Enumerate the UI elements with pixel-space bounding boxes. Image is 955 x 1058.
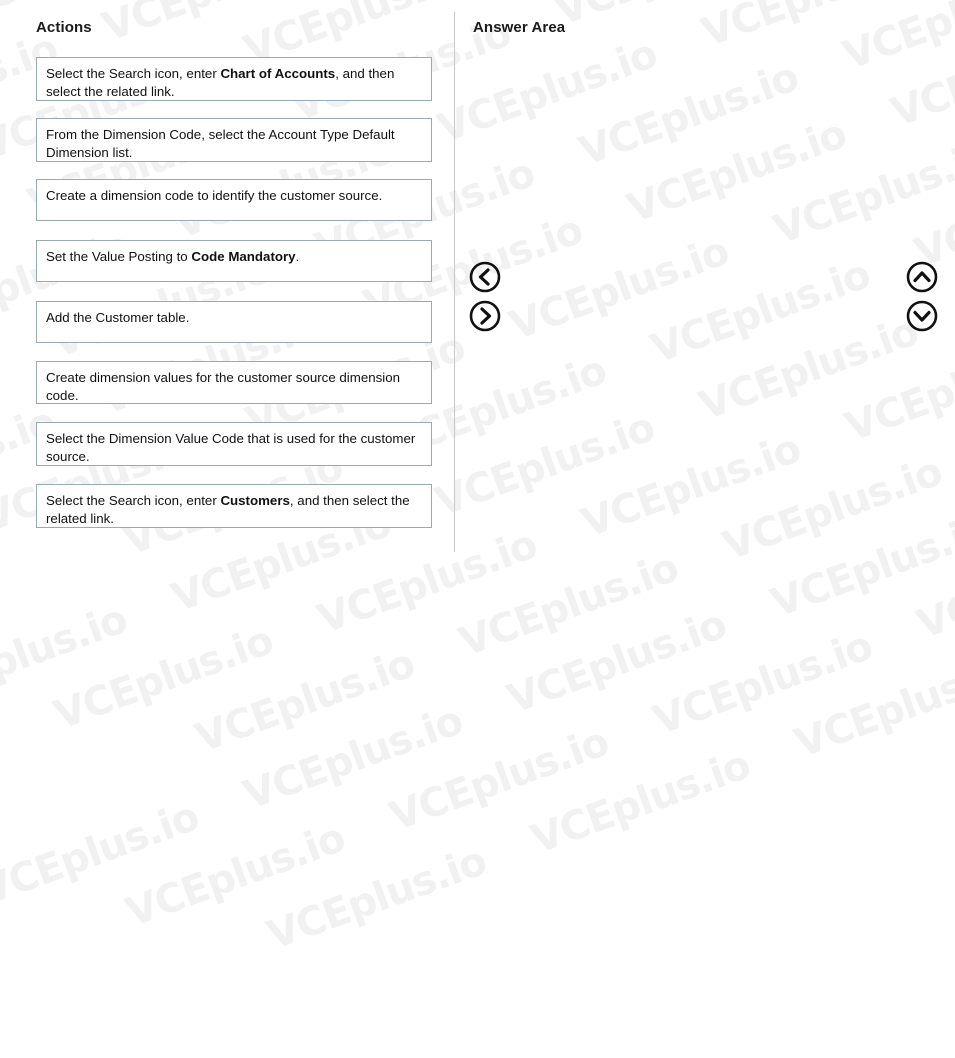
action-text-tail: .: [295, 249, 300, 264]
action-text: Create dimension values for the customer…: [46, 370, 401, 403]
action-text: Select the Search icon, enter: [46, 66, 221, 81]
action-text-emphasis: Customers: [220, 493, 290, 508]
action-text: Create a dimension code to identify the …: [46, 188, 383, 203]
action-item[interactable]: Select the Dimension Value Code that is …: [36, 422, 432, 466]
move-right-button[interactable]: [469, 300, 501, 332]
move-up-button[interactable]: [906, 261, 938, 293]
action-text: Set the Value Posting to: [46, 249, 192, 264]
action-item[interactable]: Create dimension values for the customer…: [36, 361, 432, 404]
action-text-emphasis: Chart of Accounts: [220, 66, 336, 81]
answer-area-column-header: Answer Area: [473, 19, 566, 36]
move-left-button[interactable]: [469, 261, 501, 293]
action-text-emphasis: Code Mandatory: [191, 249, 296, 264]
action-text: Add the Customer table.: [46, 310, 190, 325]
action-item[interactable]: Add the Customer table.: [36, 301, 432, 343]
column-divider: [454, 12, 455, 552]
action-item[interactable]: Select the Search icon, enter Customers,…: [36, 484, 432, 528]
watermark-row: VCEplus.ioVCEplus.ioVCEplus.ioVCEplus.io…: [261, 645, 955, 960]
move-down-button[interactable]: [906, 300, 938, 332]
action-text: Select the Dimension Value Code that is …: [46, 431, 416, 464]
action-text: Select the Search icon, enter: [46, 493, 221, 508]
action-item[interactable]: From the Dimension Code, select the Acco…: [36, 118, 432, 162]
watermark-row: VCEplus.ioVCEplus.ioVCEplus.ioVCEplus.io…: [45, 702, 955, 1058]
action-text: From the Dimension Code, select the Acco…: [46, 127, 395, 160]
action-item[interactable]: Set the Value Posting to Code Mandatory.: [36, 240, 432, 282]
action-item[interactable]: Select the Search icon, enter Chart of A…: [36, 57, 432, 101]
actions-column-header: Actions: [36, 19, 92, 36]
action-item[interactable]: Create a dimension code to identify the …: [36, 179, 432, 221]
